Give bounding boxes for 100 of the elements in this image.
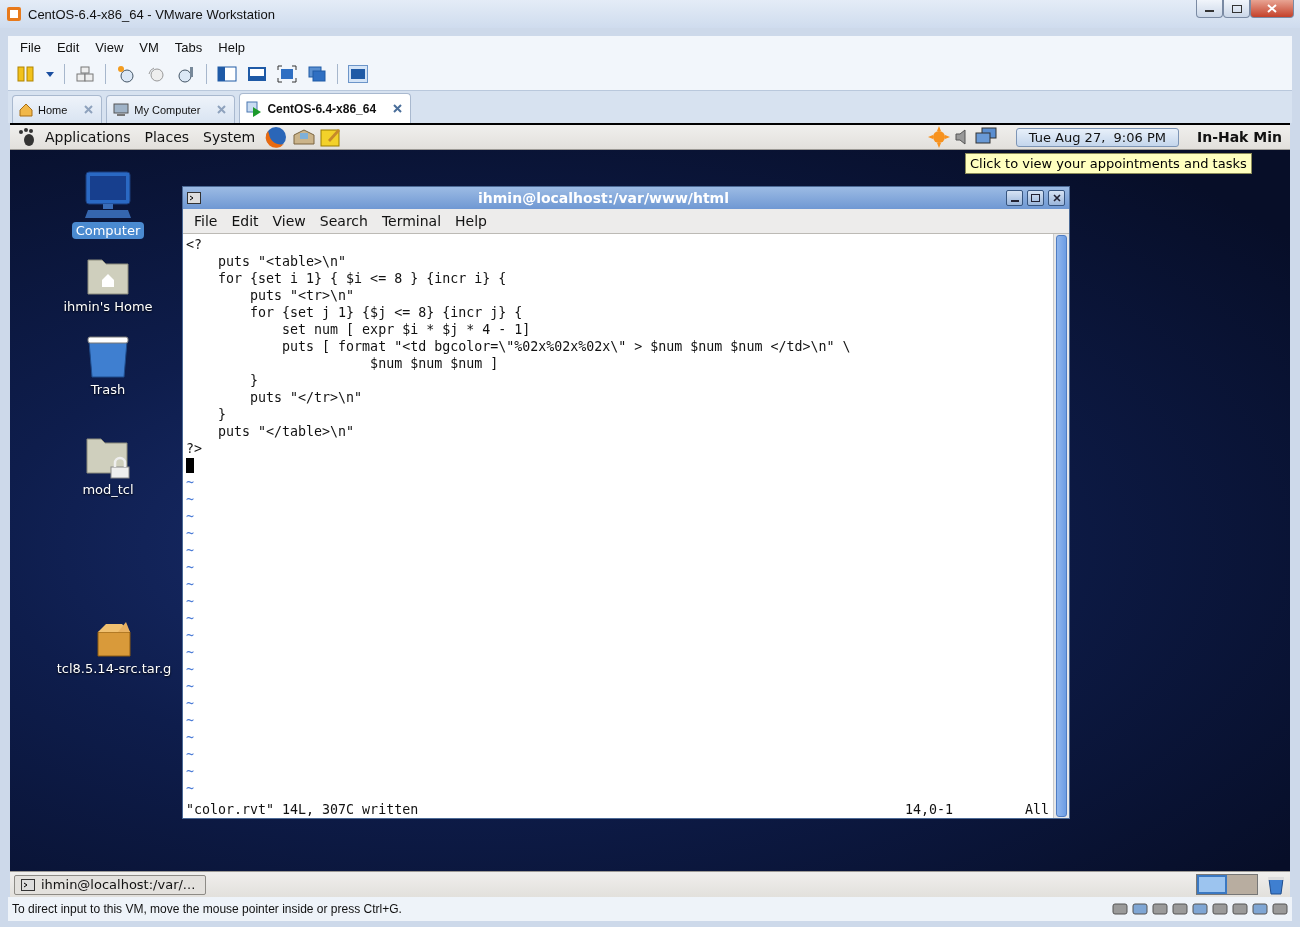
code-line: $num $num $num ] <box>369 355 500 372</box>
menu-item[interactable]: Help <box>210 39 254 55</box>
terminal-icon <box>21 878 35 891</box>
empty-line-marker: ~ <box>186 712 195 729</box>
cursor-position: 14,0-1 <box>904 801 953 818</box>
empty-line-marker: ~ <box>186 525 195 542</box>
code-line: ?> <box>186 440 203 457</box>
code-line: puts "</table>\n" <box>217 423 356 440</box>
desktop-icon-label[interactable]: Computer <box>71 222 145 239</box>
code-line: puts "<tr>\n" <box>249 287 356 304</box>
clock-button[interactable]: Tue Aug 27, 9:06 PM <box>1015 127 1179 147</box>
maximize-icon <box>1231 4 1242 13</box>
maximize-icon <box>1031 194 1040 202</box>
code-line: <? <box>186 236 203 253</box>
desktop-icon-label[interactable]: ihmin's Home <box>59 298 157 315</box>
close-icon <box>1052 194 1061 202</box>
workspace-switcher[interactable] <box>1196 874 1258 895</box>
notepad-icon <box>320 127 343 147</box>
empty-line-marker: ~ <box>186 474 195 491</box>
trash-icon <box>86 335 130 379</box>
menu-item[interactable]: Help <box>448 213 494 229</box>
user-name[interactable]: In-Hak Min <box>1196 129 1282 145</box>
close-icon <box>84 105 94 114</box>
empty-line-marker: ~ <box>186 678 195 695</box>
globe-icon <box>264 126 289 148</box>
menu-item[interactable]: View <box>87 39 132 55</box>
menu-item[interactable]: Terminal <box>374 213 449 229</box>
clock-icon[interactable] <box>176 65 196 83</box>
tab[interactable]: My Computer <box>106 95 236 123</box>
envelope-icon <box>292 127 317 147</box>
menu-item[interactable]: View <box>265 213 313 229</box>
desktop-icon-label[interactable]: mod_tcl <box>78 481 138 498</box>
window-title: CentOS-6.4-x86_64 - VMware Workstation <box>28 6 276 22</box>
foot-icon <box>18 128 36 146</box>
house-icon <box>19 102 33 117</box>
caret-icon <box>46 71 54 77</box>
scrollbar[interactable] <box>1053 234 1069 818</box>
empty-line-marker: ~ <box>186 695 195 712</box>
home-folder-icon <box>86 256 130 296</box>
close-icon <box>393 104 403 113</box>
package-icon <box>96 620 132 658</box>
menu-item[interactable]: VM <box>131 39 167 55</box>
close-icon <box>217 105 227 114</box>
menu-item[interactable]: Tabs <box>166 39 211 55</box>
window-view-icon[interactable] <box>307 65 327 83</box>
keyboard-icon[interactable] <box>75 65 95 83</box>
locked-folder-icon <box>85 435 131 479</box>
menu-item[interactable]: File <box>12 39 49 55</box>
maximize-button[interactable] <box>1027 190 1044 206</box>
computer-icon <box>83 170 133 220</box>
empty-line-marker: ~ <box>186 542 195 559</box>
tab[interactable]: Home <box>12 95 103 123</box>
menu-item[interactable]: Search <box>312 213 375 229</box>
empty-line-marker: ~ <box>186 729 195 746</box>
empty-line-marker: ~ <box>186 644 195 661</box>
menu-item[interactable]: Edit <box>224 213 266 229</box>
empty-line-marker: ~ <box>186 576 195 593</box>
code-line: set num [ expr $i * $j * 4 - 1] <box>281 321 532 338</box>
menu-item[interactable]: Edit <box>48 39 88 55</box>
tooltip: Click to view your appointments and tasks <box>965 153 1252 174</box>
computer-icon <box>113 102 130 117</box>
empty-line-marker: ~ <box>186 661 195 678</box>
minimize-button[interactable] <box>1006 190 1023 206</box>
menu-item[interactable]: File <box>187 213 225 229</box>
empty-line-marker: ~ <box>186 763 195 780</box>
minimize-button[interactable] <box>1196 0 1223 18</box>
code-line: for {set i 1} { $i <= 8 } {incr i} { <box>217 270 508 287</box>
empty-line-marker: ~ <box>186 746 195 763</box>
status-message: "color.rvt" 14L, 307C written <box>186 801 419 818</box>
status-text: To direct input to this VM, move the mouse pointer inside or press Ctrl+G. <box>12 902 403 916</box>
clock-icon[interactable] <box>116 65 136 83</box>
panel-view-icon[interactable] <box>247 65 267 83</box>
scroll-position: All <box>1024 801 1049 818</box>
vmware-logo-icon <box>6 6 22 22</box>
sidebar-view-icon[interactable] <box>217 65 237 83</box>
panel-menu[interactable]: System <box>198 129 261 145</box>
maximize-button[interactable] <box>1223 0 1250 18</box>
empty-line-marker: ~ <box>186 559 195 576</box>
terminal-icon <box>187 192 201 204</box>
code-line: for {set j 1} {$j <= 8} {incr j} { <box>249 304 524 321</box>
desktop-icon-label[interactable]: tcl8.5.14-src.tar.g <box>52 660 176 677</box>
vm-play-icon <box>246 100 263 117</box>
empty-line-marker: ~ <box>186 508 195 525</box>
desktop-icon-label[interactable]: Trash <box>86 381 130 398</box>
console-view-icon[interactable] <box>348 65 368 83</box>
panel-menu[interactable]: Places <box>139 129 195 145</box>
sun-icon <box>927 126 950 148</box>
tab[interactable]: CentOS-6.4-x86_64 <box>239 93 412 123</box>
code-line: } <box>249 372 260 389</box>
empty-line-marker: ~ <box>186 491 195 508</box>
trash-icon <box>1266 874 1286 895</box>
taskbar-button[interactable]: ihmin@localhost:/var/... <box>14 874 207 895</box>
panel-menu[interactable]: Applications <box>40 129 136 145</box>
code-line: } <box>217 406 228 423</box>
empty-line-marker: ~ <box>186 627 195 644</box>
close-button[interactable] <box>1048 190 1065 206</box>
fullscreen-icon[interactable] <box>277 65 297 83</box>
pause-icon[interactable] <box>16 65 36 83</box>
close-icon <box>1267 4 1277 13</box>
text-cursor <box>186 458 194 473</box>
